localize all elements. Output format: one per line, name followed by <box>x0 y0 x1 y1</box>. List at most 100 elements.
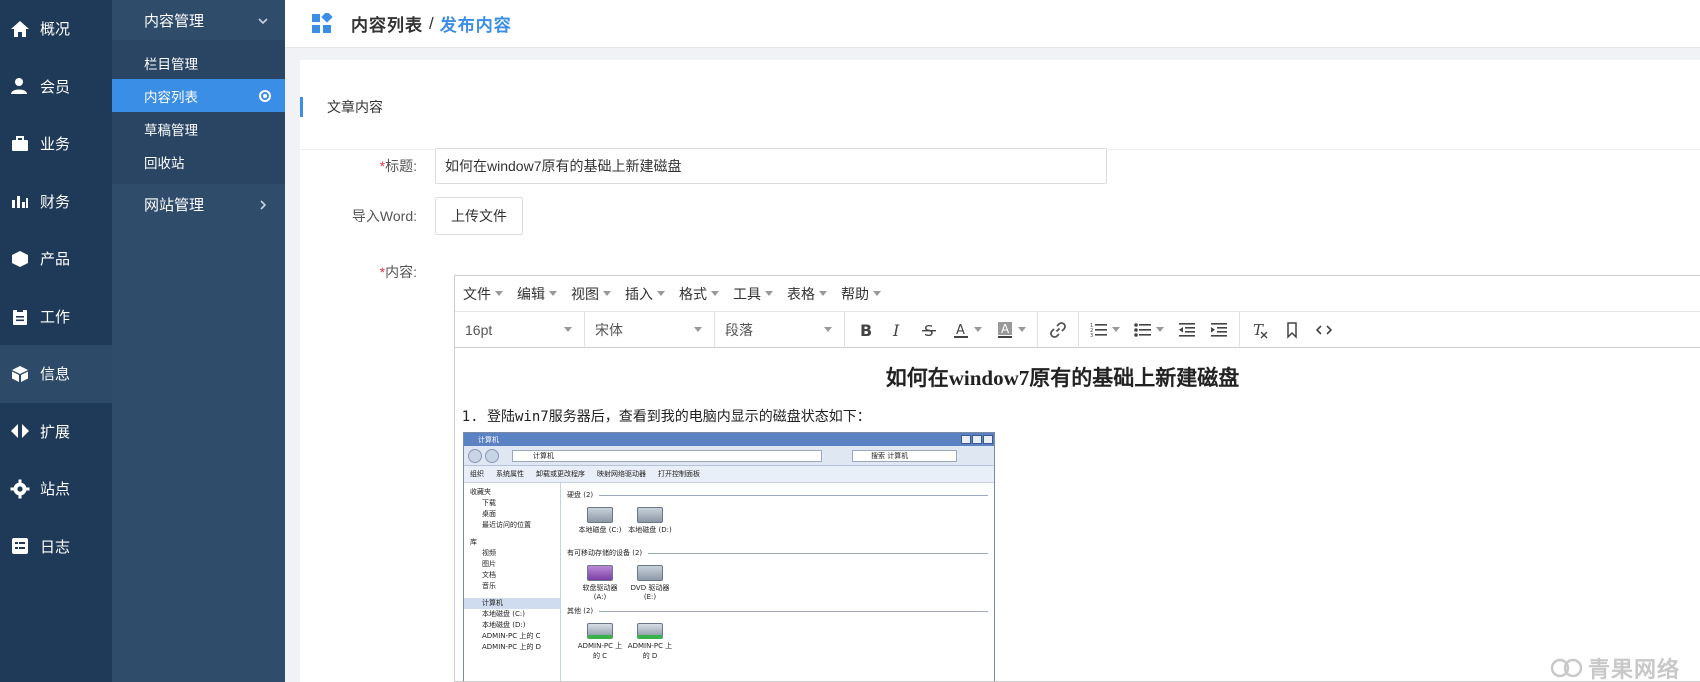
menu-insert[interactable]: 插入 <box>625 284 665 304</box>
caret-down-icon <box>824 327 832 332</box>
screenshot-drive: 软盘驱动器 (A:) <box>577 559 623 601</box>
screenshot-section: 其他 (2) <box>567 605 988 617</box>
strikethrough-button[interactable]: S <box>913 312 945 348</box>
nav-item-products[interactable]: 产品 <box>0 230 112 288</box>
article-list: 登陆win7服务器后，查看到我的电脑内显示的磁盘状态如下： <box>455 406 1700 426</box>
nav-item-label: 扩展 <box>40 423 71 441</box>
screenshot-drive: 本地磁盘 (C:) <box>577 501 623 535</box>
menu-help[interactable]: 帮助 <box>841 284 881 304</box>
indent-button[interactable] <box>1203 312 1235 348</box>
screenshot-drive-label: 本地磁盘 (C:) <box>578 526 622 534</box>
screenshot-titlebar: 计算机 <box>464 433 994 446</box>
caret-down-icon <box>694 327 702 332</box>
svg-text:B: B <box>860 321 872 339</box>
screenshot-sidebar-item: 最近访问的位置 <box>482 521 531 529</box>
nav-group-label: 网站管理 <box>144 196 205 214</box>
nav-item-info[interactable]: 信息 <box>0 345 112 403</box>
screenshot-sidebar-item: 库 <box>470 538 477 546</box>
sidebar-item-recycle-bin[interactable]: 回收站 <box>112 145 285 178</box>
font-size-select[interactable]: 16pt <box>455 311 585 348</box>
screenshot-address: 计算机 <box>512 449 822 462</box>
hard-drive-icon <box>587 507 613 523</box>
breadcrumb-content-list[interactable]: 内容列表 <box>351 11 423 36</box>
outdent-icon <box>1179 322 1195 337</box>
screenshot-main: 硬盘 (2) 本地磁盘 (C:) 本地磁盘 (D:) 有可移动存储的设备 (2)… <box>561 483 994 681</box>
watermark-logo-icon <box>1550 658 1583 678</box>
clear-format-button[interactable]: T <box>1244 312 1276 348</box>
screenshot-command: 卸载或更改程序 <box>536 470 585 478</box>
screenshot-section-label: 有可移动存储的设备 (2) <box>567 549 643 557</box>
clear-format-icon: T <box>1253 321 1268 339</box>
caret-down-icon <box>603 291 611 296</box>
bullet-list-button[interactable] <box>1127 312 1171 348</box>
embedded-screenshot[interactable]: 计算机 计算机 搜索 计算机 组织 系统属性 卸载或更改程序 映射网络驱动器 打… <box>463 432 995 681</box>
font-family-select[interactable]: 宋体 <box>585 311 715 348</box>
screenshot-sidebar-item: ADMIN-PC 上的 D <box>482 643 541 651</box>
nav-item-business[interactable]: 业务 <box>0 115 112 173</box>
menu-label: 表格 <box>787 285 815 302</box>
bookmark-icon <box>1287 321 1297 339</box>
numbered-list-button[interactable]: 123 <box>1083 312 1127 348</box>
upload-file-button[interactable]: 上传文件 <box>435 197 523 235</box>
indent-icon <box>1211 322 1227 337</box>
background-color-button[interactable]: A <box>989 312 1033 348</box>
caret-down-icon <box>495 291 503 296</box>
nav-subitems: 栏目管理 内容列表 草稿管理 回收站 <box>112 40 285 184</box>
network-drive-icon <box>637 623 663 639</box>
forward-icon <box>485 448 499 463</box>
menu-file[interactable]: 文件 <box>463 284 503 304</box>
screenshot-sidebar-item: ADMIN-PC 上的 C <box>482 632 541 640</box>
nav-group-label: 内容管理 <box>144 12 205 30</box>
nav-item-sites[interactable]: 站点 <box>0 460 112 518</box>
editor-content[interactable]: 如何在window7原有的基础上新建磁盘 登陆win7服务器后，查看到我的电脑内… <box>455 348 1700 681</box>
text-color-button[interactable]: A <box>945 312 989 348</box>
link-button[interactable] <box>1042 312 1074 348</box>
nav-item-extensions[interactable]: 扩展 <box>0 403 112 461</box>
caret-down-icon <box>549 291 557 296</box>
bookmark-button[interactable] <box>1276 312 1308 348</box>
screenshot-section-label: 其他 (2) <box>567 607 594 615</box>
italic-button[interactable]: I <box>881 312 913 348</box>
card-title: 文章内容 <box>300 97 1700 117</box>
svg-text:3: 3 <box>1090 333 1093 339</box>
sidebar-item-label: 草稿管理 <box>144 122 198 138</box>
nav-group-site-management[interactable]: 网站管理 <box>112 184 285 224</box>
outdent-button[interactable] <box>1171 312 1203 348</box>
screenshot-sidebar-item: 视频 <box>482 549 496 557</box>
screenshot-sidebar-item: 本地磁盘 (D:) <box>482 621 526 629</box>
menu-view[interactable]: 视图 <box>571 284 611 304</box>
nav-item-logs[interactable]: 日志 <box>0 518 112 576</box>
caret-down-icon <box>657 291 665 296</box>
nav-item-finance[interactable]: 财务 <box>0 173 112 231</box>
screenshot-sidebar-item: 本地磁盘 (C:) <box>482 610 525 618</box>
menu-edit[interactable]: 编辑 <box>517 284 557 304</box>
screenshot-body: 收藏夹 下载 桌面 最近访问的位置 库 视频 图片 文档 音乐 计算机 本地磁盘… <box>464 483 994 681</box>
menu-table[interactable]: 表格 <box>787 284 827 304</box>
watermark-text: 青果网络 <box>1588 657 1681 682</box>
caret-down-icon <box>1156 327 1164 332</box>
editor-toolbar: 16pt 宋体 段落 B I S A A 123 T <box>455 311 1700 348</box>
menu-label: 格式 <box>679 285 707 302</box>
screenshot-drives: ADMIN-PC 上的 C ADMIN-PC 上的 D <box>567 617 988 661</box>
nav-item-members[interactable]: 会员 <box>0 58 112 116</box>
sidebar-item-label: 内容列表 <box>144 89 198 105</box>
sidebar-item-column-management[interactable]: 栏目管理 <box>112 46 285 79</box>
svg-text:A: A <box>1001 322 1010 336</box>
sidebar-item-content-list[interactable]: 内容列表 <box>112 79 285 112</box>
link-group <box>1038 311 1079 348</box>
nav-item-overview[interactable]: 概况 <box>0 0 112 58</box>
caret-down-icon <box>1112 327 1120 332</box>
bold-button[interactable]: B <box>849 312 881 348</box>
card-header: 文章内容 <box>300 60 1700 150</box>
nav-item-label: 产品 <box>40 251 71 269</box>
block-format-select[interactable]: 段落 <box>715 311 845 348</box>
watermark: 青果网络 <box>1548 652 1680 682</box>
source-code-button[interactable] <box>1308 312 1340 348</box>
menu-format[interactable]: 格式 <box>679 284 719 304</box>
sidebar-item-drafts[interactable]: 草稿管理 <box>112 112 285 145</box>
nav-item-work[interactable]: 工作 <box>0 288 112 346</box>
title-input[interactable] <box>435 148 1107 184</box>
nav-group-content-management[interactable]: 内容管理 <box>112 0 285 40</box>
menu-tools[interactable]: 工具 <box>733 284 773 304</box>
title-row: *标题: <box>300 148 1107 184</box>
